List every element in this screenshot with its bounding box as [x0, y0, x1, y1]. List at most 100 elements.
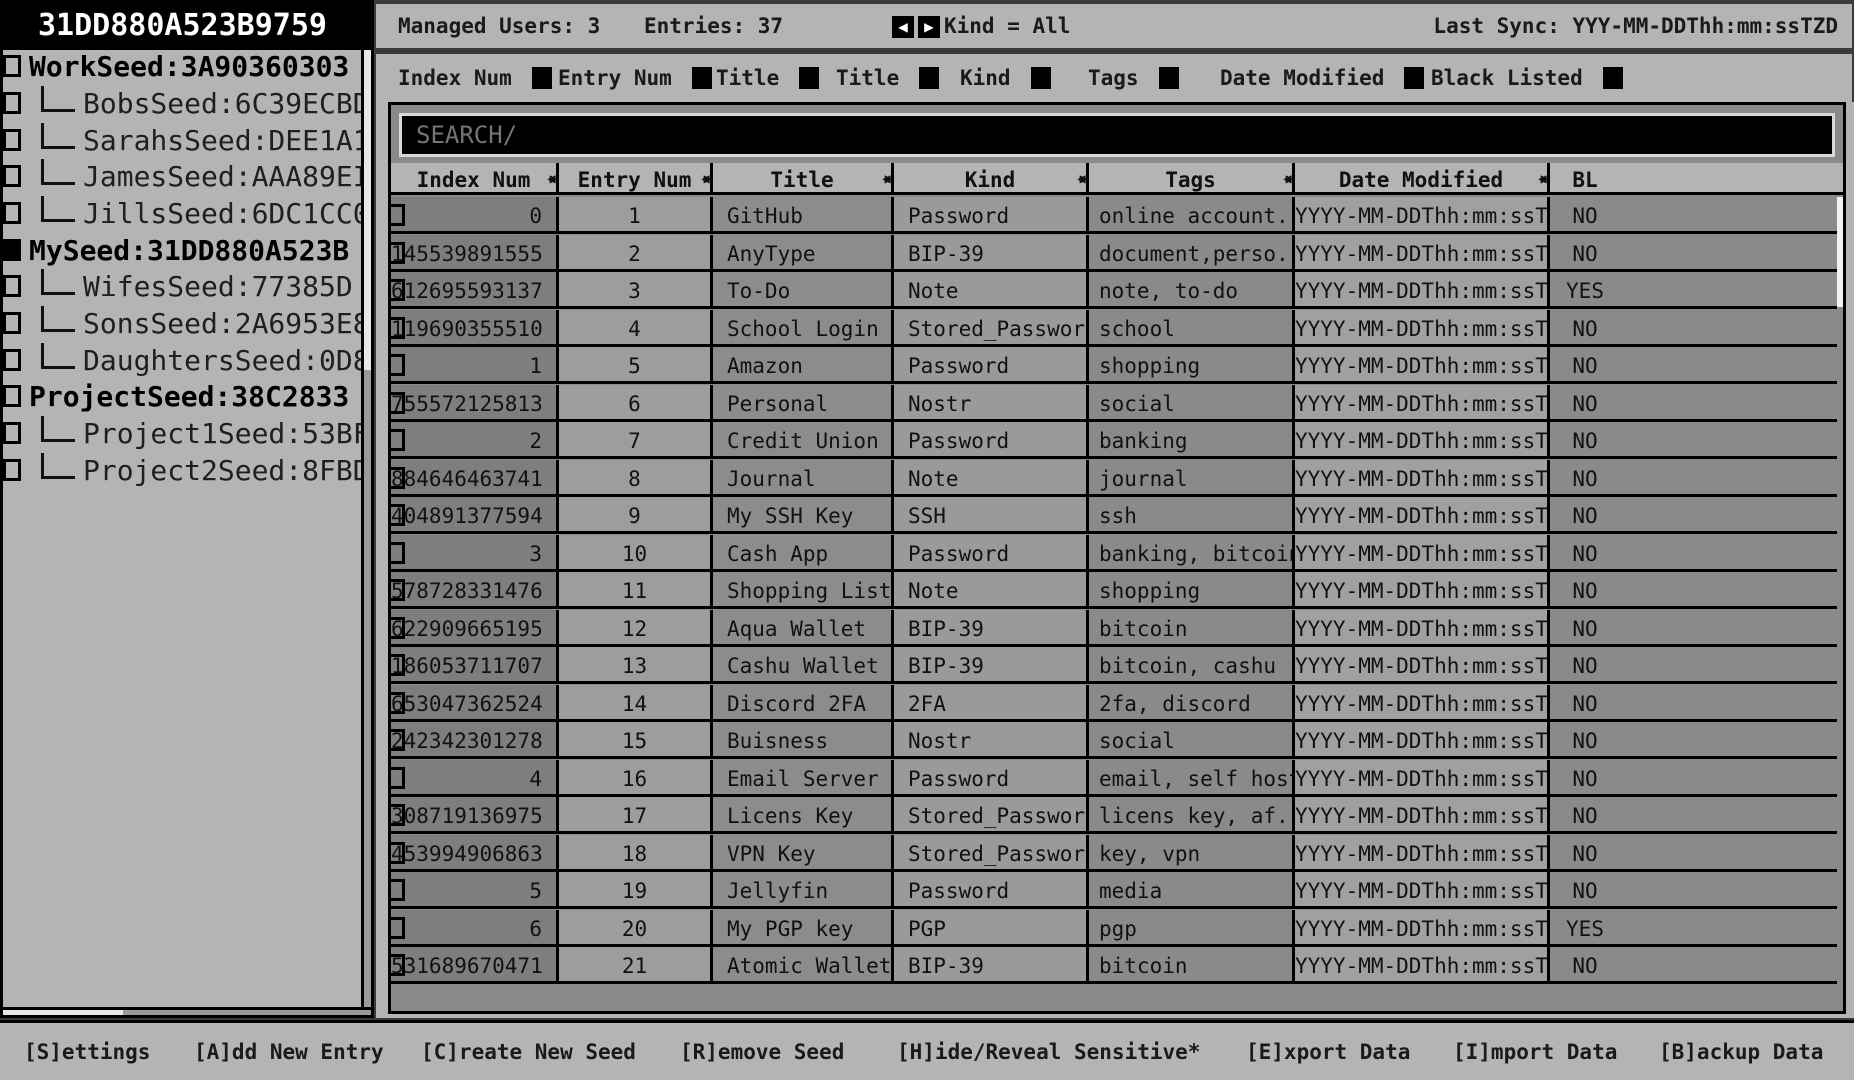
table-row[interactable]: 145539891555 2 AnyType BIP-39 document,perso…: [391, 234, 1843, 272]
table-row[interactable]: 578728331476 11 Shopping List Note shopping Y…: [391, 572, 1843, 609]
filter-checkbox[interactable]: [1030, 67, 1051, 89]
resize-handle-icon[interactable]: ◀▶: [882, 163, 893, 195]
sidebar-scroll-thumb[interactable]: [364, 50, 371, 370]
seed-item[interactable]: JamesSeed:AAA89EI: [3, 156, 370, 196]
table-row[interactable]: 186053711707 13 Cashu Wallet BIP-39 bitcoin,…: [391, 647, 1843, 684]
command-shortcut[interactable]: [S]ettings: [24, 1023, 150, 1080]
table-row[interactable]: 453994906863 18 VPN Key Stored_Password key,…: [391, 834, 1843, 872]
seed-item[interactable]: WorkSeed:3A90360303: [3, 50, 349, 86]
row-checkbox[interactable]: [391, 691, 405, 714]
resize-handle-icon[interactable]: ◀▶: [701, 163, 712, 195]
seed-checkbox[interactable]: [3, 55, 21, 77]
table-row[interactable]: 2 7 Credit Union Password banking YYYY-MM-DDT…: [391, 422, 1843, 459]
filter-checkbox[interactable]: [919, 67, 940, 89]
filter-checkbox[interactable]: [691, 67, 712, 89]
row-checkbox[interactable]: [391, 579, 405, 601]
search-input[interactable]: [399, 113, 1835, 157]
resize-handle-icon[interactable]: ◀▶: [547, 163, 558, 195]
column-filter-toggle[interactable]: Black Listed: [1431, 54, 1623, 102]
row-checkbox[interactable]: [391, 204, 405, 226]
column-filter-toggle[interactable]: Date Modified: [1220, 54, 1425, 102]
column-filter-toggle[interactable]: Title: [716, 54, 820, 102]
table-row[interactable]: 3 10 Cash App Password banking, bitcoin YYYY-…: [391, 534, 1843, 572]
row-checkbox[interactable]: [391, 429, 405, 451]
row-checkbox[interactable]: [391, 466, 405, 489]
seed-checkbox[interactable]: [3, 275, 21, 297]
sidebar-horizontal-scrollbar[interactable]: [3, 1007, 371, 1015]
table-row[interactable]: 653047362524 14 Discord 2FA 2FA 2fa, discord…: [391, 684, 1843, 722]
row-checkbox[interactable]: [391, 766, 405, 789]
seed-item[interactable]: JillsSeed:6DC1CC0: [3, 193, 370, 233]
row-checkbox[interactable]: [391, 391, 405, 414]
column-header[interactable]: Title ◀▶: [713, 163, 894, 195]
command-shortcut[interactable]: [H]ide/Reveal Sensitive*: [897, 1023, 1200, 1080]
sidebar-hscroll-thumb[interactable]: [3, 1010, 123, 1015]
table-row[interactable]: 404891377594 9 My SSH Key SSH ssh YYYY-MM-DDT…: [391, 497, 1843, 534]
row-checkbox[interactable]: [391, 279, 405, 301]
table-vertical-scrollbar[interactable]: [1837, 197, 1843, 1011]
seed-item[interactable]: WifesSeed:77385D: [3, 266, 353, 306]
row-checkbox[interactable]: [391, 541, 405, 564]
seed-checkbox[interactable]: [3, 312, 21, 334]
seed-checkbox[interactable]: [3, 239, 21, 261]
caret-right-icon[interactable]: ▶: [918, 16, 940, 38]
row-checkbox[interactable]: [391, 316, 405, 339]
caret-left-icon[interactable]: ◀: [892, 16, 914, 38]
table-row[interactable]: 6 20 My PGP key PGP pgp YYYY-MM-DDThh:mm:ssTZ…: [391, 909, 1843, 947]
table-row[interactable]: 612695593137 3 To-Do Note note, to-do YYYY-MM…: [391, 272, 1843, 309]
seed-checkbox[interactable]: [3, 202, 21, 224]
column-filter-toggle[interactable]: Kind: [960, 54, 1051, 102]
row-checkbox[interactable]: [391, 654, 405, 676]
table-row[interactable]: 884646463741 8 Journal Note journal YYYY-MM-D…: [391, 459, 1843, 497]
table-row[interactable]: 755572125813 6 Personal Nostr social YYYY-MM-…: [391, 384, 1843, 422]
seed-item[interactable]: BobsSeed:6C39ECBD: [3, 83, 370, 123]
seed-checkbox[interactable]: [3, 165, 21, 187]
table-row[interactable]: 1 5 Amazon Password shopping YYYY-MM-DDThh:mm…: [391, 347, 1843, 384]
row-checkbox[interactable]: [391, 804, 405, 826]
table-row[interactable]: 242342301278 15 Buisness Nostr social YYYY-MM…: [391, 722, 1843, 759]
column-header[interactable]: Date Modified ◀▶: [1295, 163, 1550, 195]
filter-checkbox[interactable]: [1404, 67, 1425, 89]
row-checkbox[interactable]: [391, 241, 405, 264]
row-checkbox[interactable]: [391, 616, 405, 639]
row-checkbox[interactable]: [391, 879, 405, 901]
seed-item[interactable]: SarahsSeed:DEE1A1: [3, 120, 370, 160]
command-shortcut[interactable]: [R]emove Seed: [680, 1023, 844, 1080]
resize-handle-icon[interactable]: ◀▶: [1538, 163, 1549, 195]
table-row[interactable]: 308719136975 17 Licens Key Stored_Password l…: [391, 797, 1843, 834]
command-shortcut[interactable]: [B]ackup Data: [1659, 1023, 1823, 1080]
row-checkbox[interactable]: [391, 916, 405, 939]
table-row[interactable]: 4 16 Email Server Password email, self host Y…: [391, 759, 1843, 797]
command-shortcut[interactable]: [I]mport Data: [1453, 1023, 1617, 1080]
seed-item[interactable]: SonsSeed:2A6953E8: [3, 303, 370, 343]
filter-checkbox[interactable]: [531, 67, 552, 89]
row-checkbox[interactable]: [391, 354, 405, 376]
resize-handle-icon[interactable]: ◀▶: [1283, 163, 1294, 195]
seed-checkbox[interactable]: [3, 459, 21, 481]
table-scroll-thumb[interactable]: [1837, 197, 1843, 307]
column-filter-toggle[interactable]: Tags: [1088, 54, 1179, 102]
table-row[interactable]: 0 1 GitHub Password online account... YYYY-MM…: [391, 197, 1843, 234]
table-row[interactable]: 119690355510 4 School Login Stored_Password…: [391, 309, 1843, 347]
column-filter-toggle[interactable]: Index Num: [398, 54, 552, 102]
seed-item[interactable]: DaughtersSeed:0D8: [3, 340, 370, 380]
table-row[interactable]: 622909665195 12 Aqua Wallet BIP-39 bitcoin YY…: [391, 609, 1843, 647]
table-row[interactable]: 531689670471 21 Atomic Wallet BIP-39 bitcoin…: [391, 947, 1843, 984]
seed-item[interactable]: Project1Seed:53BF: [3, 413, 370, 453]
column-filter-toggle[interactable]: Entry Num: [558, 54, 712, 102]
seed-item[interactable]: ProjectSeed:38C2833: [3, 376, 349, 416]
seed-checkbox[interactable]: [3, 422, 21, 444]
column-header[interactable]: Entry Num ◀▶: [559, 163, 713, 195]
column-filter-toggle[interactable]: Title: [836, 54, 940, 102]
seed-checkbox[interactable]: [3, 349, 21, 371]
seed-item[interactable]: MySeed:31DD880A523B: [3, 230, 349, 270]
row-checkbox[interactable]: [391, 729, 405, 751]
column-header[interactable]: Kind ◀▶: [894, 163, 1089, 195]
seed-checkbox[interactable]: [3, 385, 21, 407]
command-shortcut[interactable]: [A]dd New Entry: [194, 1023, 384, 1080]
column-header[interactable]: Tags ◀▶: [1089, 163, 1295, 195]
row-checkbox[interactable]: [391, 504, 405, 526]
filter-checkbox[interactable]: [1158, 67, 1179, 89]
command-shortcut[interactable]: [C]reate New Seed: [421, 1023, 636, 1080]
column-header[interactable]: BL: [1550, 163, 1620, 195]
